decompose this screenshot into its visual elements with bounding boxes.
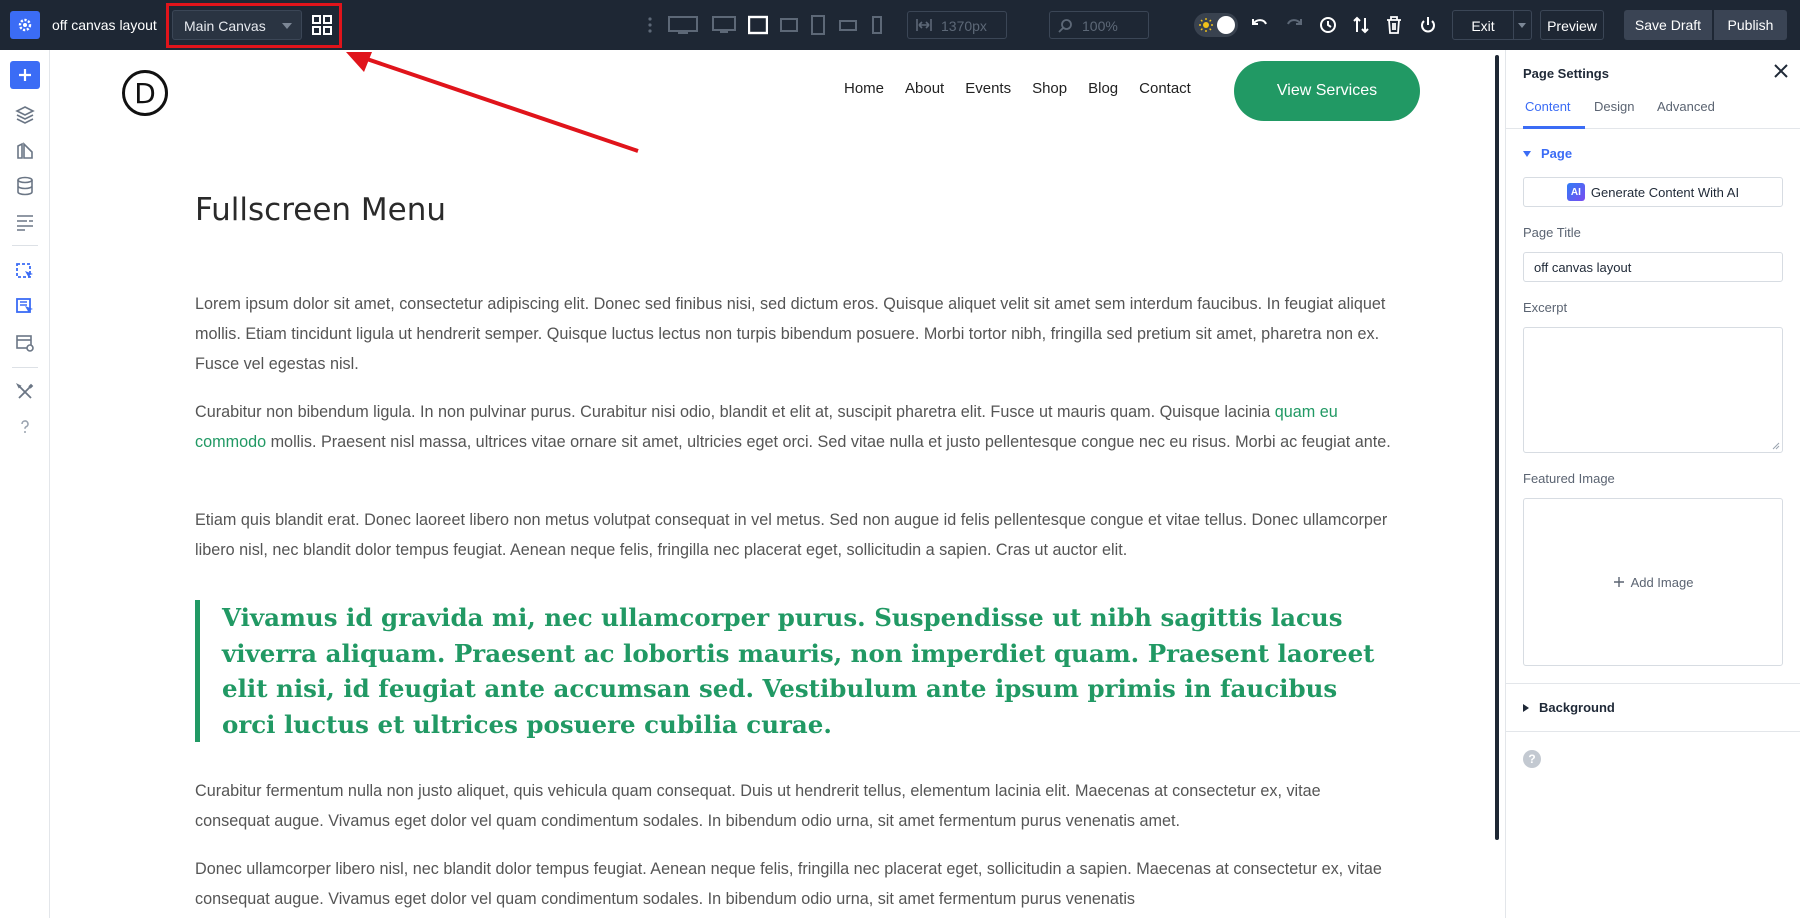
tab-design[interactable]: Design	[1594, 99, 1634, 114]
section-page-label: Page	[1541, 146, 1573, 161]
excerpt-textarea[interactable]	[1523, 327, 1783, 453]
save-draft-button[interactable]: Save Draft	[1624, 10, 1712, 40]
triangle-right-icon	[1523, 704, 1529, 712]
top-toolbar: off canvas layout Main Canvas 1370px 100…	[0, 0, 1800, 50]
panel-divider	[1506, 683, 1800, 684]
builder-canvas[interactable]: D Home About Events Shop Blog Contact Vi…	[50, 50, 1500, 918]
featured-image-dropzone[interactable]: Add Image	[1523, 498, 1783, 666]
triangle-down-icon	[1523, 151, 1531, 157]
panel-tabs: Content Design Advanced	[1506, 89, 1800, 129]
list-settings-icon[interactable]	[15, 212, 35, 232]
page-settings-panel: Page Settings Content Design Advanced Pa…	[1505, 50, 1800, 918]
history-clock-icon[interactable]	[1319, 13, 1337, 37]
gear-icon	[18, 18, 32, 32]
desktop-view-icon[interactable]	[712, 13, 736, 37]
section-background-label: Background	[1539, 700, 1615, 715]
settings-gear-button[interactable]	[10, 11, 40, 39]
blockquote: Vivamus id gravida mi, nec ullamcorper p…	[195, 600, 1395, 742]
laptop-view-icon[interactable]	[748, 13, 768, 37]
tablet-portrait-icon[interactable]	[811, 13, 825, 37]
power-icon[interactable]	[1419, 13, 1437, 37]
zoom-field[interactable]: 100%	[1049, 11, 1149, 39]
nav-item-about[interactable]: About	[905, 80, 944, 97]
close-icon[interactable]	[1773, 63, 1789, 79]
canvas-scrollbar[interactable]	[1495, 55, 1499, 840]
preview-button[interactable]: Preview	[1540, 10, 1604, 40]
layers-icon[interactable]	[15, 105, 35, 125]
site-title: off canvas layout	[52, 17, 157, 33]
canvas-width-field[interactable]: 1370px	[907, 11, 1007, 39]
site-nav: Home About Events Shop Blog Contact	[844, 80, 1212, 97]
paragraph-2-start: Curabitur non bibendum ligula. In non pu…	[195, 403, 1275, 421]
database-icon[interactable]	[15, 176, 35, 196]
ai-icon: AI	[1566, 183, 1585, 201]
add-element-button[interactable]	[10, 61, 40, 89]
excerpt-label: Excerpt	[1523, 300, 1568, 315]
chevron-down-icon	[282, 23, 292, 29]
kebab-menu-icon[interactable]	[645, 13, 655, 37]
widescreen-view-icon[interactable]	[668, 13, 698, 37]
phone-landscape-icon[interactable]	[839, 13, 857, 37]
select-multiple-icon[interactable]	[15, 297, 35, 317]
publish-button[interactable]: Publish	[1714, 10, 1787, 40]
paragraph-4: Curabitur fermentum nulla non justo aliq…	[195, 782, 1321, 830]
nav-item-home[interactable]: Home	[844, 80, 884, 97]
tab-advanced[interactable]: Advanced	[1657, 99, 1715, 114]
featured-image-label: Featured Image	[1523, 471, 1615, 486]
trash-icon[interactable]	[1386, 13, 1402, 37]
generate-ai-label: Generate Content With AI	[1590, 184, 1740, 200]
resize-handle-icon[interactable]	[1772, 442, 1780, 450]
view-services-button[interactable]: View Services	[1234, 61, 1420, 121]
width-arrows-icon	[916, 19, 932, 31]
left-rail	[0, 50, 50, 918]
plus-icon	[19, 69, 31, 81]
site-logo[interactable]: D	[122, 70, 168, 116]
active-tab-indicator	[1523, 126, 1585, 129]
page-title-label: Page Title	[1523, 225, 1581, 240]
exit-options-dropdown[interactable]	[1514, 10, 1532, 40]
tab-content[interactable]: Content	[1525, 99, 1571, 114]
paragraph-2-end: mollis. Praesent nisl massa, ultrices vi…	[266, 433, 1391, 451]
canvas-grid-icon[interactable]	[312, 15, 332, 35]
tools-icon[interactable]	[15, 382, 35, 402]
rail-divider	[12, 367, 38, 368]
sun-icon	[1199, 18, 1213, 32]
nav-item-blog[interactable]: Blog	[1088, 80, 1118, 97]
plus-icon	[1613, 577, 1624, 587]
nav-item-events[interactable]: Events	[965, 80, 1011, 97]
paragraph-2: Curabitur non bibendum ligula. In non pu…	[195, 397, 1395, 457]
generate-ai-button[interactable]: AI Generate Content With AI	[1523, 177, 1783, 207]
redo-icon[interactable]	[1285, 13, 1303, 37]
page-title-input[interactable]: off canvas layout	[1523, 252, 1783, 282]
canvas-width-value: 1370px	[941, 18, 987, 34]
zoom-value: 100%	[1082, 18, 1118, 34]
phone-portrait-icon[interactable]	[871, 13, 883, 37]
paragraph-3: Etiam quis blandit erat. Donec laoreet l…	[195, 511, 1388, 559]
nav-item-shop[interactable]: Shop	[1032, 80, 1067, 97]
exit-button[interactable]: Exit	[1452, 10, 1514, 40]
tablet-landscape-icon[interactable]	[780, 13, 798, 37]
section-background-toggle[interactable]: Background	[1523, 700, 1615, 715]
canvas-select-dropdown[interactable]: Main Canvas	[172, 10, 302, 40]
paragraph-1: Lorem ipsum dolor sit amet, consectetur …	[195, 295, 1386, 373]
help-question-icon[interactable]	[15, 417, 35, 437]
theme-builder-icon[interactable]	[15, 141, 35, 161]
page-settings-icon[interactable]	[15, 333, 35, 353]
select-element-icon[interactable]	[15, 262, 35, 282]
toggle-knob	[1217, 16, 1235, 34]
zoom-search-icon	[1058, 19, 1072, 33]
undo-icon[interactable]	[1251, 13, 1269, 37]
help-icon[interactable]: ?	[1523, 750, 1541, 768]
paragraph-5: Donec ullamcorper libero nisl, nec bland…	[195, 860, 1382, 908]
sort-arrows-icon[interactable]	[1352, 13, 1370, 37]
light-dark-toggle[interactable]	[1194, 13, 1238, 37]
canvas-select-value: Main Canvas	[184, 18, 266, 34]
section-page-toggle[interactable]: Page	[1523, 146, 1572, 161]
nav-item-contact[interactable]: Contact	[1139, 80, 1191, 97]
rail-divider	[12, 245, 38, 246]
add-image-label: Add Image	[1630, 574, 1694, 590]
panel-divider	[1506, 731, 1800, 732]
panel-title: Page Settings	[1523, 66, 1609, 81]
page-heading: Fullscreen Menu	[195, 192, 447, 228]
